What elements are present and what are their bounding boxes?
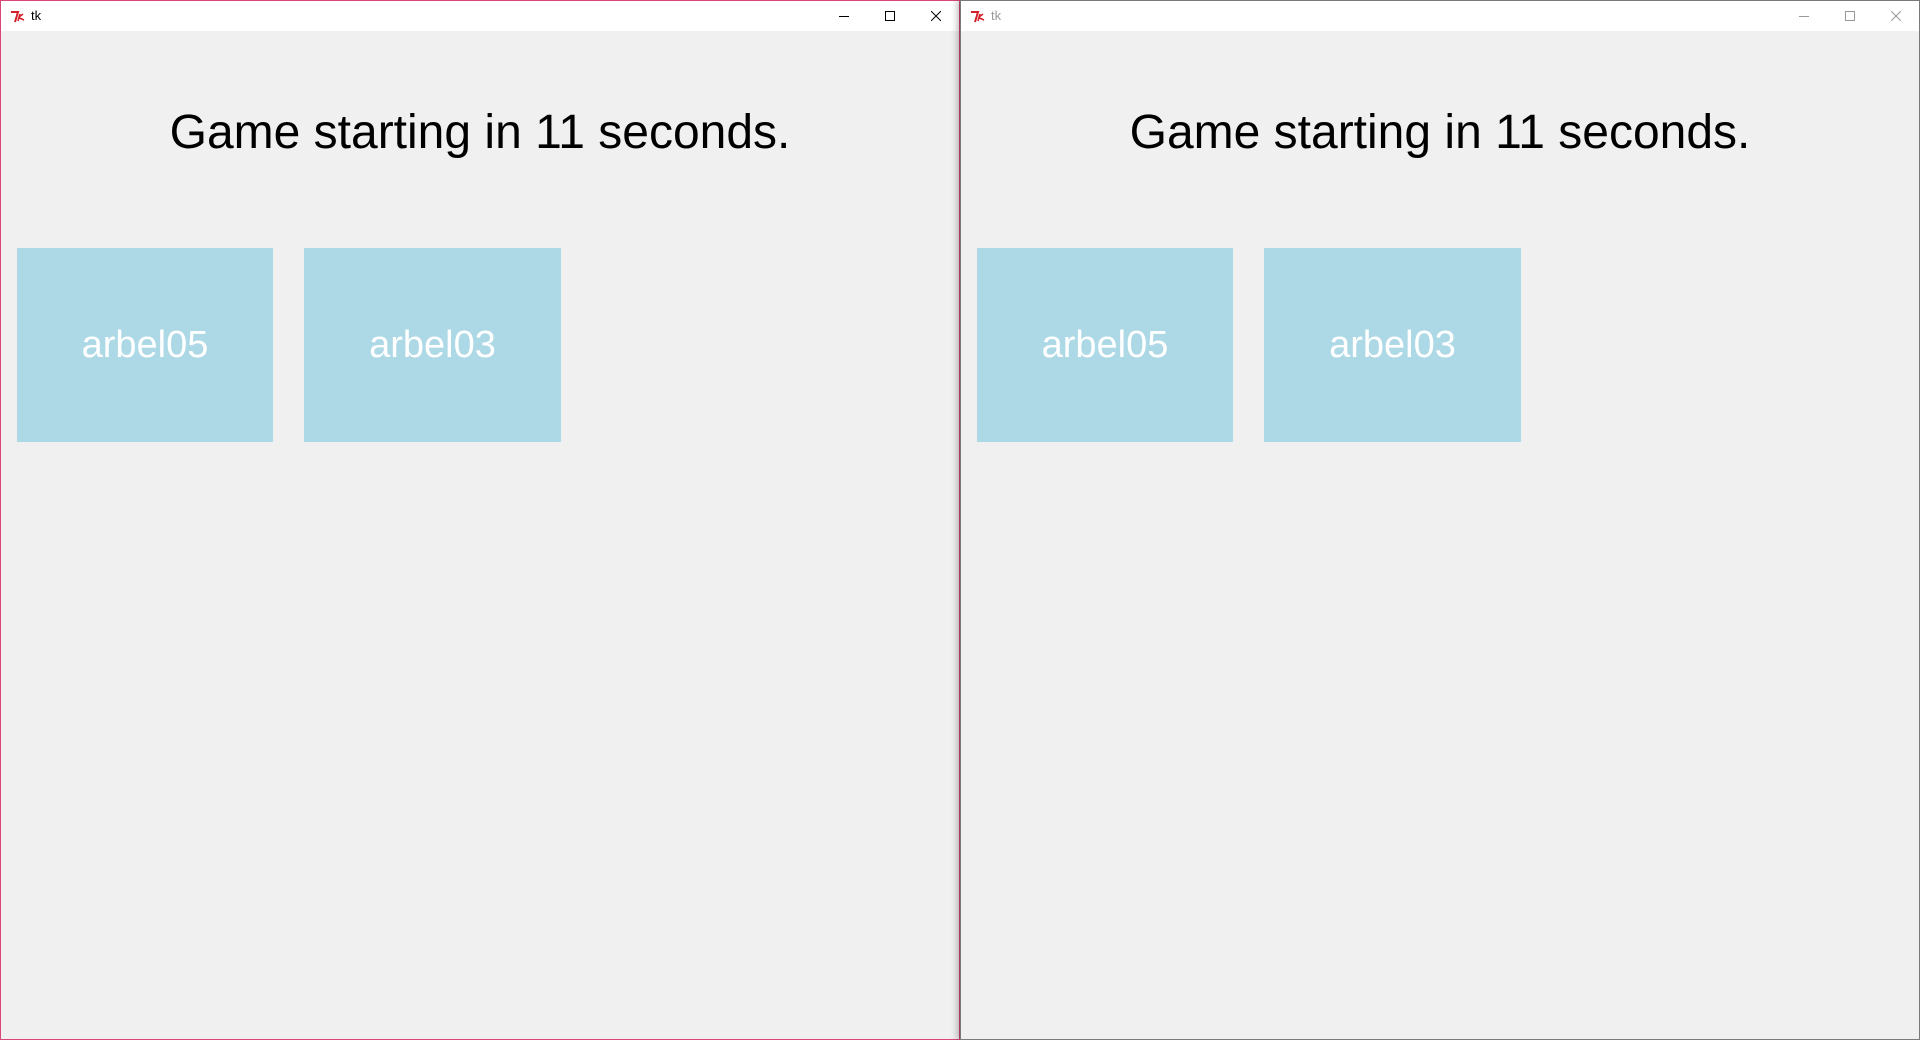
title-bar[interactable]: tk bbox=[961, 1, 1919, 31]
window-content: Game starting in 11 seconds. arbel05 arb… bbox=[1, 31, 959, 1039]
maximize-button[interactable] bbox=[867, 1, 913, 31]
countdown-message: Game starting in 11 seconds. bbox=[1129, 106, 1751, 159]
close-button[interactable] bbox=[913, 1, 959, 31]
maximize-button[interactable] bbox=[1827, 1, 1873, 31]
close-icon bbox=[1891, 11, 1901, 21]
player-card[interactable]: arbel05 bbox=[977, 248, 1233, 442]
close-icon bbox=[931, 11, 941, 21]
maximize-icon bbox=[1845, 11, 1855, 21]
player-card[interactable]: arbel03 bbox=[1264, 248, 1521, 442]
minimize-button[interactable] bbox=[1781, 1, 1827, 31]
game-window-right: tk Game starting in 11 seconds. arbel05 … bbox=[960, 0, 1920, 1040]
window-content: Game starting in 11 seconds. arbel05 arb… bbox=[961, 31, 1919, 1039]
maximize-icon bbox=[885, 11, 895, 21]
close-button[interactable] bbox=[1873, 1, 1919, 31]
title-bar[interactable]: tk bbox=[1, 1, 959, 31]
player-card[interactable]: arbel05 bbox=[17, 248, 273, 442]
minimize-icon bbox=[839, 16, 849, 17]
tk-feather-icon bbox=[971, 11, 985, 23]
player-card[interactable]: arbel03 bbox=[304, 248, 561, 442]
countdown-message: Game starting in 11 seconds. bbox=[169, 106, 791, 159]
window-title: tk bbox=[31, 8, 42, 23]
window-title: tk bbox=[991, 8, 1002, 23]
tk-feather-icon bbox=[11, 11, 25, 23]
game-window-left: tk Game starting in 11 seconds. arbel05 … bbox=[0, 0, 960, 1040]
minimize-button[interactable] bbox=[821, 1, 867, 31]
minimize-icon bbox=[1799, 16, 1809, 17]
